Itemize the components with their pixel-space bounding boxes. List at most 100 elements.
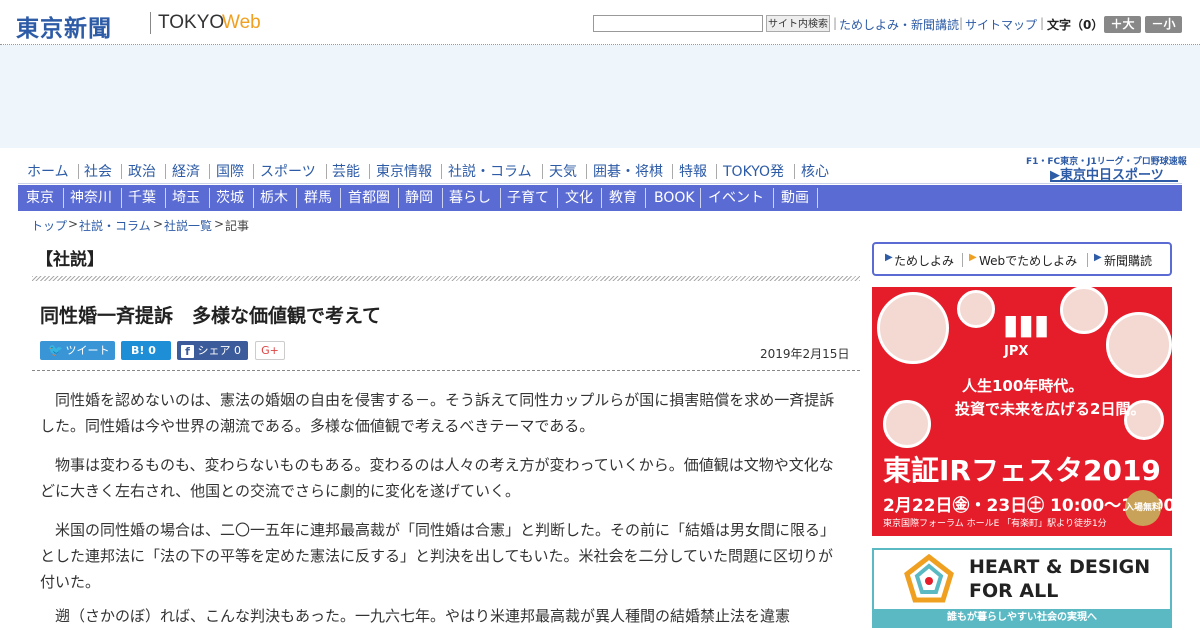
main-nav-divider bbox=[18, 183, 1182, 184]
ad-person-photo bbox=[1106, 312, 1172, 378]
article-paragraph: 米国の同性婚の場合は、二〇一五年に連邦最高裁が「同性婚は合憲」と判断した。その前… bbox=[40, 521, 836, 591]
nav-international[interactable]: 国際 bbox=[216, 161, 244, 181]
nav-special-report[interactable]: 特報 bbox=[679, 161, 707, 181]
breadcrumb-editorial-list[interactable]: 社説一覧 bbox=[164, 217, 212, 234]
nav-sports[interactable]: スポーツ bbox=[260, 161, 316, 181]
facebook-share-button[interactable]: f シェア 0 bbox=[177, 341, 248, 360]
google-plus-button[interactable]: G+ bbox=[255, 341, 285, 360]
article-paragraph: 同性婚を認めないのは、憲法の婚姻の自由を侵害する－。そう訴えて同性カップルらが国… bbox=[40, 391, 835, 435]
trial-subscribe-link[interactable]: ためしよみ・新聞講読 bbox=[839, 16, 959, 33]
heart-design-logo-icon bbox=[904, 554, 954, 603]
nav-sep bbox=[165, 164, 166, 179]
arrow-icon: ▶ bbox=[969, 252, 977, 263]
sidebar-sep bbox=[962, 253, 963, 267]
nav-entertainment[interactable]: 芸能 bbox=[332, 161, 360, 181]
ad-person-photo bbox=[1060, 286, 1108, 334]
hatena-count: B! 0 bbox=[131, 344, 156, 357]
facebook-icon: f bbox=[181, 344, 194, 358]
jpx-ad-headline: 人生100年時代。 bbox=[962, 377, 1084, 395]
nav-sep bbox=[369, 164, 370, 179]
sidebar-sep bbox=[1087, 253, 1088, 267]
rnav-sep bbox=[121, 188, 122, 208]
jpx-ad-event-name: 東証IRフェスタ2019 bbox=[883, 454, 1161, 487]
rnav-sep bbox=[253, 188, 254, 208]
nav-sep bbox=[209, 164, 210, 179]
twitter-icon: 🐦 bbox=[48, 343, 63, 357]
ad-person-photo bbox=[883, 400, 931, 448]
rnav-education[interactable]: 教育 bbox=[609, 185, 637, 211]
jpx-logo-mark: ▮▮▮ bbox=[1003, 308, 1050, 341]
rnav-tochigi[interactable]: 栃木 bbox=[260, 185, 288, 211]
search-button[interactable]: サイト内検索 bbox=[766, 15, 830, 32]
site-logo[interactable]: 東京新聞 bbox=[16, 9, 112, 43]
logo-web-text[interactable]: Web bbox=[222, 12, 261, 34]
rnav-video[interactable]: 動画 bbox=[781, 185, 809, 211]
nav-sep bbox=[326, 164, 327, 179]
font-decrease-button[interactable]: －小 bbox=[1145, 16, 1182, 33]
nav-sep bbox=[794, 164, 795, 179]
heart-design-subtitle: FOR ALL bbox=[969, 580, 1059, 602]
nav-core[interactable]: 核心 bbox=[801, 161, 829, 181]
article-paragraph: 物事は変わるものも、変わらないものもある。変わるのは人々の考え方が変わっていくか… bbox=[40, 456, 834, 500]
nav-sep bbox=[78, 164, 79, 179]
article-title: 同性婚一斉提訴 多様な価値観で考えて bbox=[40, 305, 382, 327]
rnav-tokyo[interactable]: 東京 bbox=[26, 185, 54, 211]
breadcrumb-sep: > bbox=[214, 217, 225, 231]
tweet-button[interactable]: 🐦 ツイート bbox=[40, 341, 115, 360]
article-divider bbox=[32, 370, 860, 371]
search-input[interactable] bbox=[593, 15, 763, 32]
rnav-ibaraki[interactable]: 茨城 bbox=[216, 185, 244, 211]
nav-sep bbox=[672, 164, 673, 179]
nav-home[interactable]: ホーム bbox=[27, 161, 69, 181]
nav-economy[interactable]: 経済 bbox=[172, 161, 200, 181]
hatena-bookmark-button[interactable]: B! 0 bbox=[121, 341, 171, 360]
rnav-gunma[interactable]: 群馬 bbox=[304, 185, 332, 211]
subscribe-link[interactable]: 新聞購読 bbox=[1104, 252, 1152, 269]
top-ad-banner[interactable] bbox=[0, 45, 1200, 148]
section-hatch-divider bbox=[32, 276, 860, 281]
publish-date: 2019年2月15日 bbox=[760, 347, 850, 361]
rnav-kanagawa[interactable]: 神奈川 bbox=[70, 185, 112, 211]
rnav-culture[interactable]: 文化 bbox=[565, 185, 593, 211]
rnav-sep bbox=[63, 188, 64, 208]
logo-divider bbox=[150, 12, 151, 34]
ad-person-photo bbox=[877, 292, 949, 364]
font-increase-button[interactable]: ＋大 bbox=[1104, 16, 1141, 33]
chunichi-underline bbox=[1050, 180, 1178, 182]
nav-sep bbox=[441, 164, 442, 179]
nav-tokyo-info[interactable]: 東京情報 bbox=[376, 161, 432, 181]
breadcrumb-top[interactable]: トップ bbox=[31, 217, 67, 234]
tweet-label: ツイート bbox=[65, 344, 110, 357]
nav-go-shogi[interactable]: 囲碁・将棋 bbox=[593, 161, 663, 181]
nav-society[interactable]: 社会 bbox=[84, 161, 112, 181]
rnav-shizuoka[interactable]: 静岡 bbox=[405, 185, 433, 211]
rnav-events[interactable]: イベント bbox=[708, 185, 764, 211]
rnav-living[interactable]: 暮らし bbox=[449, 185, 491, 211]
rnav-saitama[interactable]: 埼玉 bbox=[172, 185, 200, 211]
rnav-sep bbox=[817, 188, 818, 208]
jpx-logo-text: JPX bbox=[1004, 344, 1029, 359]
nav-editorial-column[interactable]: 社説・コラム bbox=[448, 161, 532, 181]
breadcrumb-editorial-column[interactable]: 社説・コラム bbox=[79, 217, 151, 234]
web-trial-link[interactable]: Webでためしよみ bbox=[979, 252, 1077, 269]
rnav-sep bbox=[557, 188, 558, 208]
rnav-chiba[interactable]: 千葉 bbox=[128, 185, 156, 211]
nav-weather[interactable]: 天気 bbox=[549, 161, 577, 181]
section-title: 【社説】 bbox=[36, 250, 104, 270]
rnav-book[interactable]: BOOK bbox=[654, 185, 695, 211]
rnav-metropolitan[interactable]: 首都圏 bbox=[348, 185, 390, 211]
rnav-sep bbox=[209, 188, 210, 208]
free-admission-badge: 入場無料 bbox=[1125, 490, 1161, 526]
rnav-sep bbox=[645, 188, 646, 208]
nav-politics[interactable]: 政治 bbox=[128, 161, 156, 181]
nav-sep bbox=[586, 164, 587, 179]
logo-tokyo-text[interactable]: TOKYO bbox=[158, 12, 224, 34]
header-sep: | bbox=[833, 16, 838, 30]
font-size-label: 文字（0） bbox=[1047, 18, 1104, 32]
arrow-icon: ▶ bbox=[1094, 252, 1102, 263]
nav-tokyo-hatsu[interactable]: TOKYO発 bbox=[723, 161, 784, 181]
trial-read-link[interactable]: ためしよみ bbox=[894, 252, 954, 269]
sitemap-link[interactable]: サイトマップ bbox=[965, 16, 1037, 33]
rnav-sep bbox=[165, 188, 166, 208]
rnav-parenting[interactable]: 子育て bbox=[507, 185, 549, 211]
